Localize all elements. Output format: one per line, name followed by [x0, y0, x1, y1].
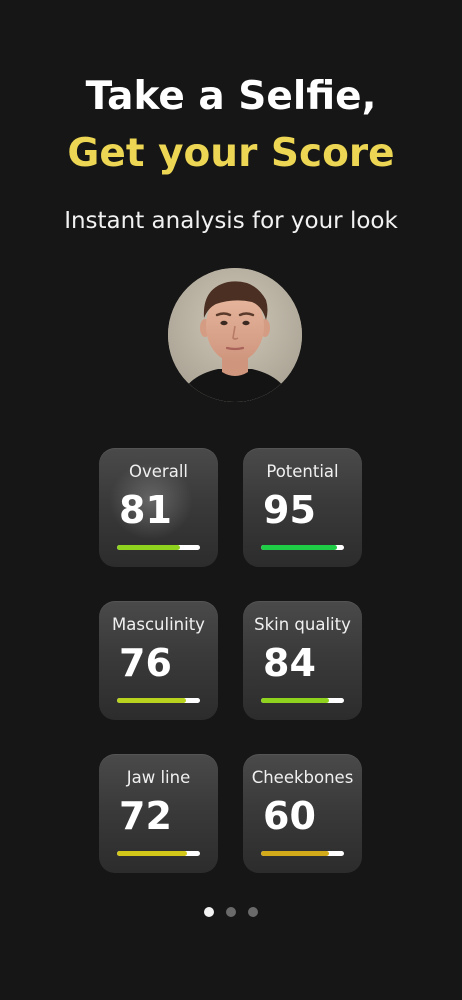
- metric-progress-bar: [117, 545, 200, 550]
- page-dot-3[interactable]: [248, 907, 258, 917]
- metric-score: 95: [263, 488, 316, 532]
- metric-card-potential: Potential 95: [243, 448, 362, 567]
- metric-progress-fill: [261, 851, 330, 856]
- metric-progress-fill: [261, 545, 338, 550]
- metric-score: 72: [119, 794, 172, 838]
- subtitle: Instant analysis for your look: [64, 208, 398, 234]
- metric-label: Masculinity: [112, 615, 205, 634]
- page-dot-2[interactable]: [226, 907, 236, 917]
- metric-card-skin-quality: Skin quality 84: [243, 601, 362, 720]
- metric-progress-bar: [261, 698, 344, 703]
- metric-card-jaw-line: Jaw line 72: [99, 754, 218, 873]
- title-line-2: Get your Score: [67, 131, 395, 176]
- metric-progress-fill: [117, 698, 186, 703]
- metric-score: 81: [119, 488, 172, 532]
- metric-card-overall: Overall 81: [99, 448, 218, 567]
- metric-progress-bar: [117, 698, 200, 703]
- page-dot-1[interactable]: [204, 907, 214, 917]
- metric-progress-bar: [261, 545, 344, 550]
- metric-score: 60: [263, 794, 316, 838]
- metric-score: 76: [119, 641, 172, 685]
- title-line-1: Take a Selfie,: [85, 74, 377, 119]
- metric-progress-fill: [117, 545, 181, 550]
- metric-label: Skin quality: [254, 615, 351, 634]
- metric-label: Cheekbones: [251, 768, 354, 787]
- metric-card-cheekbones: Cheekbones 60: [243, 754, 362, 873]
- metric-label: Overall: [129, 462, 188, 481]
- metric-progress-bar: [117, 851, 200, 856]
- metric-progress-fill: [117, 851, 187, 856]
- selfie-avatar: [168, 268, 302, 402]
- metric-score: 84: [263, 641, 316, 685]
- metric-label: Potential: [266, 462, 339, 481]
- metric-card-masculinity: Masculinity 76: [99, 601, 218, 720]
- metric-progress-bar: [261, 851, 344, 856]
- page-indicator: [0, 907, 462, 917]
- metric-progress-fill: [261, 698, 330, 703]
- metric-label: Jaw line: [126, 768, 191, 787]
